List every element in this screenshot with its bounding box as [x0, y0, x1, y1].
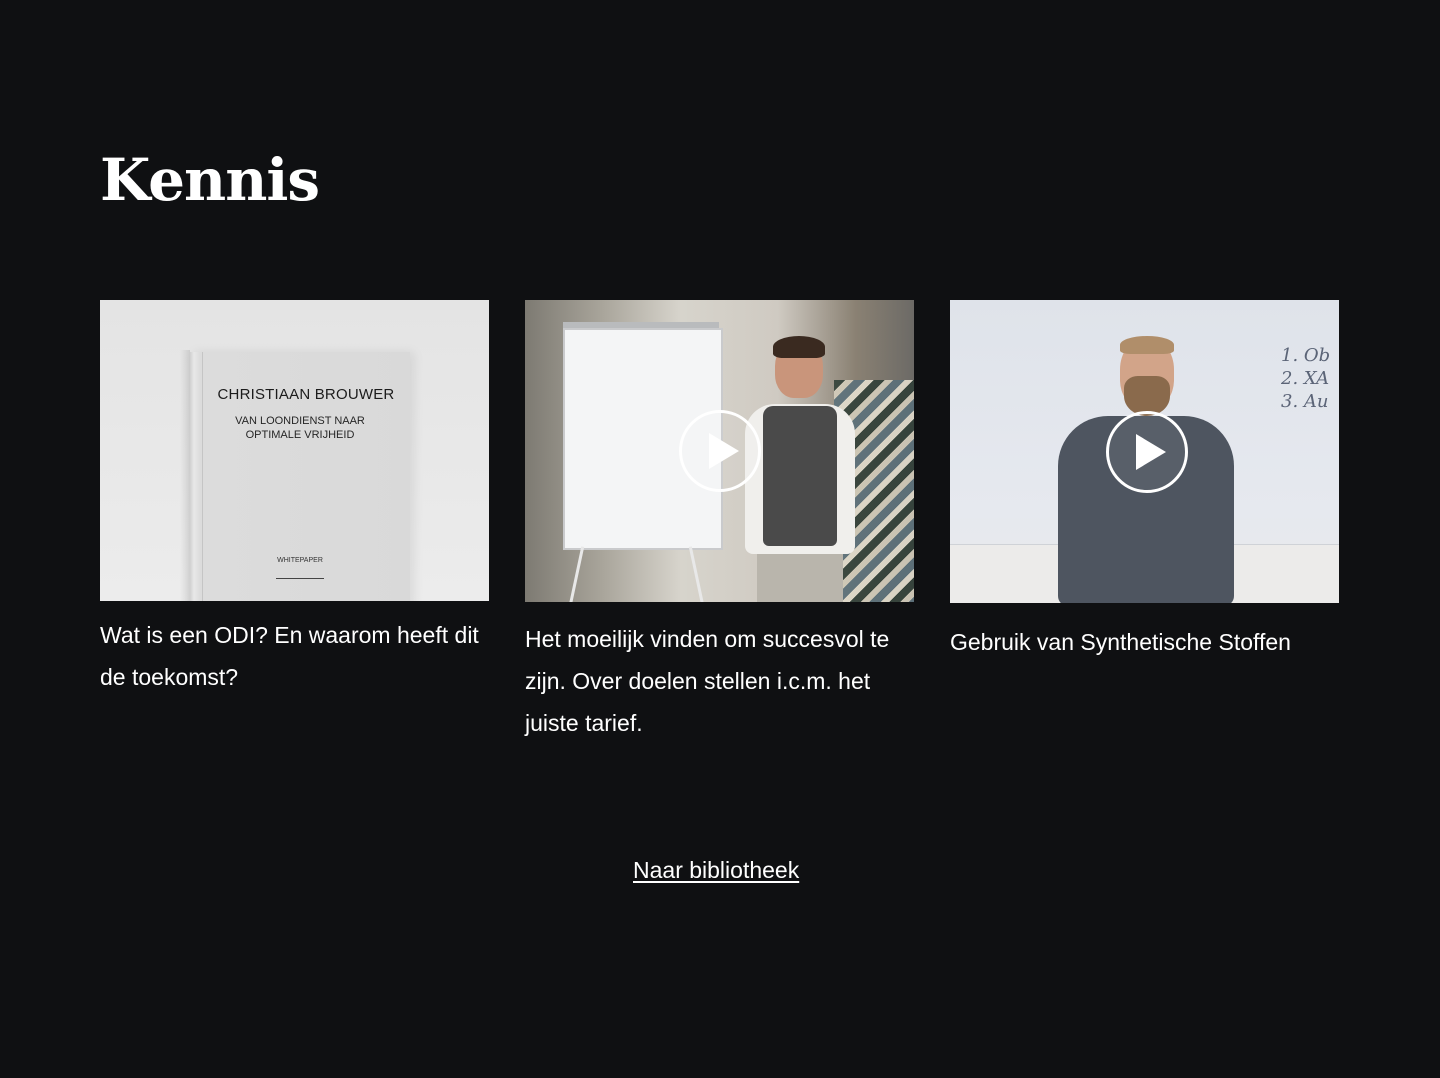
video-thumbnail[interactable]: 1. Ob 2. XA 3. Aug — [950, 300, 1339, 603]
book-subtitle: VAN LOONDIENST NAAR OPTIMALE VRIJHEID — [190, 414, 410, 442]
section-title: Kennis — [100, 146, 320, 214]
whitepaper-thumbnail[interactable]: CHRISTIAAN BROUWER VAN LOONDIENST NAAR O… — [100, 300, 489, 601]
book-subtitle-line: VAN LOONDIENST NAAR — [235, 415, 365, 427]
play-icon[interactable] — [678, 410, 761, 492]
card-title[interactable]: Het moeilijk vinden om succesvol te zijn… — [525, 618, 914, 744]
knowledge-card-whitepaper[interactable]: CHRISTIAAN BROUWER VAN LOONDIENST NAAR O… — [100, 300, 489, 698]
book-divider — [276, 578, 324, 579]
knowledge-card-video[interactable]: Het moeilijk vinden om succesvol te zijn… — [525, 300, 914, 744]
card-title[interactable]: Gebruik van Synthetische Stoffen — [950, 621, 1339, 663]
whiteboard-notes: 1. Ob 2. XA 3. Aug — [1281, 345, 1329, 412]
video-thumbnail[interactable] — [525, 300, 914, 602]
book-subtitle-line: OPTIMALE VRIJHEID — [245, 429, 355, 441]
book-cover: CHRISTIAAN BROUWER VAN LOONDIENST NAAR O… — [190, 352, 410, 601]
book-author: CHRISTIAAN BROUWER — [217, 386, 395, 403]
knowledge-card-video[interactable]: 1. Ob 2. XA 3. Aug Gebruik van Synthetis… — [950, 300, 1339, 663]
play-icon[interactable] — [1105, 410, 1188, 493]
library-link[interactable]: Naar bibliotheek — [633, 853, 799, 887]
card-title[interactable]: Wat is een ODI? En waarom heeft dit de t… — [100, 614, 489, 698]
book-label: WHITEPAPER — [277, 557, 323, 564]
